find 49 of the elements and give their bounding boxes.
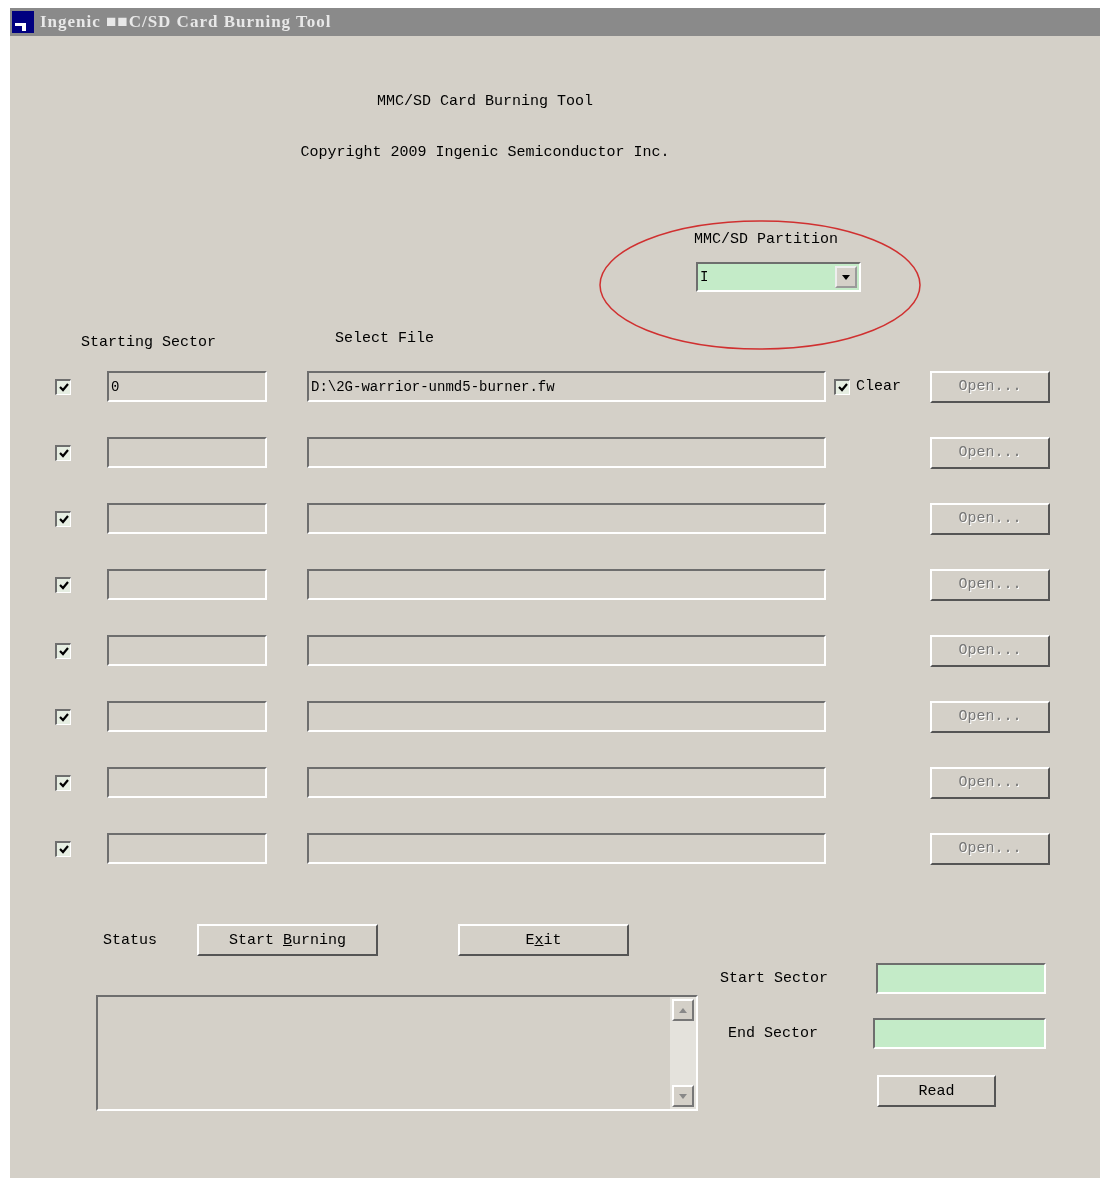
sector-field[interactable]: 0 bbox=[107, 371, 267, 402]
file-field[interactable] bbox=[307, 701, 826, 732]
sector-field[interactable] bbox=[107, 701, 267, 732]
copyright-text: Copyright 2009 Ingenic Semiconductor Inc. bbox=[300, 144, 670, 161]
end-sector-label: End Sector bbox=[728, 1025, 818, 1042]
app-icon bbox=[12, 11, 34, 33]
exit-button[interactable]: Exit bbox=[458, 924, 629, 956]
window-title: Ingenic ■■C/SD Card Burning Tool bbox=[40, 12, 332, 32]
sector-field[interactable] bbox=[107, 437, 267, 468]
sector-field[interactable] bbox=[107, 503, 267, 534]
sector-field[interactable] bbox=[107, 767, 267, 798]
checkbox[interactable] bbox=[834, 378, 850, 395]
start-sector-label: Start Sector bbox=[720, 970, 829, 987]
checkbox[interactable] bbox=[55, 576, 71, 593]
sector-field[interactable] bbox=[107, 569, 267, 600]
column-label: Select File bbox=[335, 330, 435, 347]
sector-field[interactable] bbox=[107, 635, 267, 666]
scroll-up-button[interactable] bbox=[672, 999, 694, 1021]
file-field[interactable] bbox=[307, 635, 826, 666]
file-field[interactable] bbox=[307, 569, 826, 600]
clear-label: Clear bbox=[856, 378, 901, 395]
up-arrow-icon bbox=[679, 1007, 687, 1013]
dropdown-arrow-icon bbox=[842, 274, 850, 280]
file-field[interactable] bbox=[307, 437, 826, 468]
read-button[interactable]: Read bbox=[877, 1075, 996, 1107]
file-field[interactable] bbox=[307, 833, 826, 864]
file-field[interactable] bbox=[307, 767, 826, 798]
column-label: Starting Sector bbox=[81, 334, 217, 351]
status-log[interactable] bbox=[96, 995, 698, 1111]
checkbox[interactable] bbox=[55, 708, 71, 725]
partition-label: MMC/SD Partition bbox=[694, 231, 839, 248]
start-sector-field[interactable] bbox=[876, 963, 1046, 994]
end-sector-field[interactable] bbox=[873, 1018, 1046, 1049]
file-field[interactable] bbox=[307, 503, 826, 534]
checkbox[interactable] bbox=[55, 840, 71, 857]
checkbox[interactable] bbox=[55, 642, 71, 659]
checkbox[interactable] bbox=[55, 444, 71, 461]
sector-field[interactable] bbox=[107, 833, 267, 864]
checkbox[interactable] bbox=[55, 378, 71, 395]
heading: MMC/SD Card Burning Tool bbox=[376, 93, 593, 110]
status-label: Status bbox=[103, 931, 157, 949]
start-burning-button[interactable]: Start Burning bbox=[197, 924, 378, 956]
checkbox[interactable] bbox=[55, 774, 71, 791]
file-field[interactable]: D:\2G-warrior-unmd5-burner.fw bbox=[307, 371, 826, 402]
scrollbar[interactable] bbox=[670, 997, 696, 1109]
down-arrow-icon bbox=[679, 1093, 687, 1099]
checkbox[interactable] bbox=[55, 510, 71, 527]
scroll-down-button[interactable] bbox=[672, 1085, 694, 1107]
partition-dropdown[interactable]: I bbox=[696, 262, 861, 292]
